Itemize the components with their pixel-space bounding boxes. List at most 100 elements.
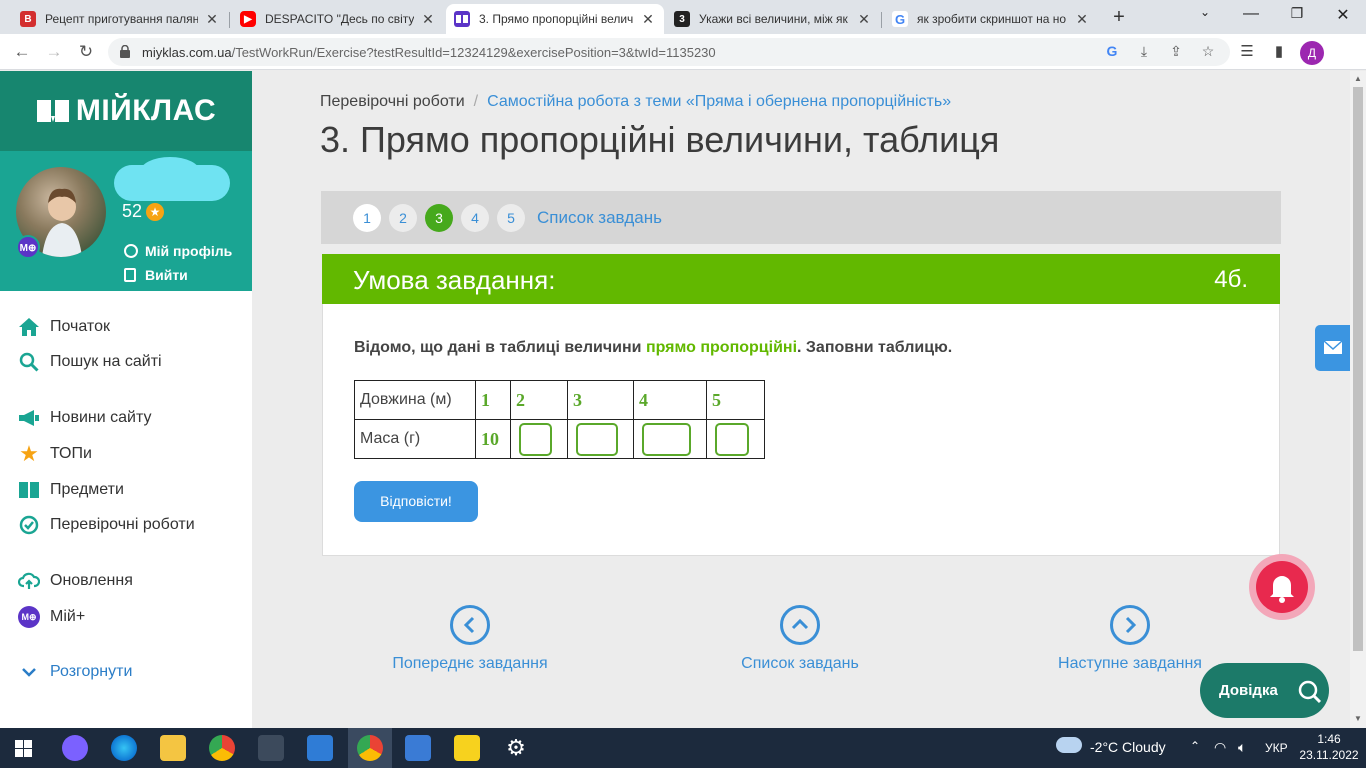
browser-tab[interactable]: G як зробити скриншот на но ✕ bbox=[884, 4, 1098, 34]
table-cell: 3 bbox=[567, 380, 634, 420]
sidebar-item-search[interactable]: Пошук на сайті bbox=[18, 351, 162, 373]
page-button-4[interactable]: 4 bbox=[461, 204, 489, 232]
minimize-icon[interactable]: — bbox=[1228, 5, 1274, 23]
sidebar-item-news[interactable]: Новини сайту bbox=[18, 407, 151, 429]
sidebar-item-tops[interactable]: ★ ТОПи bbox=[18, 441, 92, 466]
sidebar-item-myplus[interactable]: M⊕ Мій+ bbox=[18, 606, 85, 628]
chrome-profile-icon[interactable] bbox=[357, 735, 383, 761]
system-clock[interactable]: 1:46 23.11.2022 bbox=[1296, 731, 1362, 763]
breadcrumb-link[interactable]: Самостійна робота з теми «Пряма і оберне… bbox=[487, 93, 951, 110]
sidebar-item-tests[interactable]: Перевірочні роботи bbox=[18, 514, 195, 536]
scroll-down-icon[interactable]: ▼ bbox=[1353, 714, 1363, 723]
row-label: Маса (г) bbox=[354, 419, 476, 459]
settings-gear-icon[interactable]: ⚙ bbox=[503, 735, 529, 761]
close-tab-icon[interactable]: ✕ bbox=[1074, 11, 1090, 28]
table-row: Маса (г) 10 bbox=[354, 419, 765, 459]
edge-icon[interactable] bbox=[111, 735, 137, 761]
sidebar-item-label: Початок bbox=[50, 318, 110, 335]
tab-search-icon[interactable]: ⌄ bbox=[1182, 5, 1228, 19]
browser-tab[interactable]: B Рецепт приготування палян ✕ bbox=[12, 4, 228, 34]
page-scrollbar[interactable]: ▲ ▼ bbox=[1350, 71, 1366, 728]
page-button-1[interactable]: 1 bbox=[353, 204, 381, 232]
install-app-icon[interactable]: ⤓ bbox=[1134, 43, 1154, 60]
logout-icon bbox=[124, 268, 136, 282]
brand-name: МІЙКЛАС bbox=[75, 94, 217, 127]
book-icon bbox=[18, 479, 40, 501]
breadcrumb-root[interactable]: Перевірочні роботи bbox=[320, 93, 465, 110]
table-cell bbox=[510, 419, 568, 459]
share-icon[interactable]: ⇪ bbox=[1166, 43, 1186, 60]
logo-book-icon bbox=[36, 100, 69, 122]
page-button-3-current[interactable]: 3 bbox=[425, 204, 453, 232]
side-panel-icon[interactable]: ▮ bbox=[1268, 42, 1290, 60]
help-label: Довідка bbox=[1219, 682, 1278, 699]
calculator-icon[interactable] bbox=[405, 735, 431, 761]
new-tab-icon[interactable]: + bbox=[1108, 6, 1130, 29]
reading-list-icon[interactable]: ☰ bbox=[1236, 42, 1258, 60]
back-icon[interactable]: ← bbox=[10, 41, 34, 63]
table-cell: 2 bbox=[510, 380, 568, 420]
page-button-2[interactable]: 2 bbox=[389, 204, 417, 232]
chevron-right-icon bbox=[1110, 605, 1150, 645]
reload-icon[interactable]: ↻ bbox=[74, 41, 98, 63]
task-pager: 1 2 3 4 5 Список завдань bbox=[321, 191, 1281, 244]
network-icon[interactable]: ◠ bbox=[1214, 739, 1226, 756]
browser-tab[interactable]: ▶ DESPACITO "Десь по світу" у ✕ bbox=[232, 4, 444, 34]
chrome-icon[interactable] bbox=[209, 735, 235, 761]
language-indicator[interactable]: УКР bbox=[1265, 741, 1288, 755]
sidebar-item-subjects[interactable]: Предмети bbox=[18, 479, 124, 501]
close-tab-icon[interactable]: ✕ bbox=[856, 11, 872, 28]
sidebar-expand[interactable]: Розгорнути bbox=[18, 661, 132, 683]
site-logo[interactable]: МІЙКЛАС bbox=[0, 71, 252, 151]
sidebar-item-home[interactable]: Початок bbox=[18, 316, 110, 338]
answer-input[interactable] bbox=[519, 422, 552, 456]
prompt-text: . Заповни таблицю. bbox=[797, 339, 953, 356]
feedback-mail-button[interactable] bbox=[1315, 325, 1350, 371]
volume-icon[interactable]: 🔈︎ bbox=[1238, 739, 1246, 756]
file-explorer-icon[interactable] bbox=[160, 735, 186, 761]
forward-icon[interactable]: → bbox=[42, 41, 66, 63]
address-bar[interactable]: miyklas.com.ua/TestWorkRun/Exercise?test… bbox=[108, 38, 1230, 66]
close-window-icon[interactable]: ✕ bbox=[1320, 5, 1366, 25]
sticky-notes-icon[interactable] bbox=[454, 735, 480, 761]
megaphone-icon bbox=[18, 407, 40, 429]
next-task-nav[interactable]: Наступне завдання bbox=[1020, 605, 1240, 673]
profile-avatar[interactable]: Д bbox=[1300, 41, 1324, 65]
windows-start-icon[interactable] bbox=[15, 740, 32, 757]
sidebar-item-updates[interactable]: Оновлення bbox=[18, 570, 133, 592]
page-title: 3. Прямо пропорційні величини, таблиця bbox=[320, 119, 1000, 160]
bookmark-star-icon[interactable]: ☆ bbox=[1198, 43, 1218, 60]
proportion-table: Довжина (м) 1 2 3 4 5 Маса (г) 10 bbox=[354, 380, 765, 459]
tab-title: Рецепт приготування палян bbox=[45, 12, 198, 26]
logout-link[interactable]: Вийти bbox=[124, 267, 188, 283]
browser-tab-active[interactable]: 3. Прямо пропорційні велич ✕ bbox=[446, 4, 664, 34]
tray-expand-icon[interactable]: ⌃ bbox=[1190, 739, 1200, 753]
sidebar-item-label: Перевірочні роботи bbox=[50, 516, 195, 533]
clock-date: 23.11.2022 bbox=[1299, 748, 1359, 762]
page-button-5[interactable]: 5 bbox=[497, 204, 525, 232]
my-profile-link[interactable]: Мій профіль bbox=[124, 243, 232, 259]
restore-icon[interactable]: ❐ bbox=[1274, 5, 1320, 22]
prev-task-nav[interactable]: Попереднє завдання bbox=[360, 605, 580, 673]
store-icon[interactable] bbox=[307, 735, 333, 761]
sidebar: МІЙКЛАС M⊕ 52 ★ Мій профіль Вийти Почато… bbox=[0, 71, 252, 728]
close-tab-icon[interactable]: ✕ bbox=[640, 11, 656, 28]
browser-tab[interactable]: 3 Укажи всі величини, між як ✕ bbox=[666, 4, 880, 34]
scroll-up-icon[interactable]: ▲ bbox=[1353, 74, 1363, 83]
submit-answer-button[interactable]: Відповісти! bbox=[354, 481, 478, 522]
scroll-thumb[interactable] bbox=[1353, 87, 1363, 651]
answer-input[interactable] bbox=[642, 422, 691, 456]
google-lens-icon[interactable]: G bbox=[1102, 43, 1122, 59]
answer-input[interactable] bbox=[715, 422, 749, 456]
notifications-button[interactable] bbox=[1249, 554, 1315, 620]
app-icon[interactable] bbox=[258, 735, 284, 761]
viber-icon[interactable] bbox=[62, 735, 88, 761]
help-button[interactable]: Довідка bbox=[1200, 663, 1329, 718]
task-list-nav[interactable]: Список завдань bbox=[690, 605, 910, 673]
weather-text[interactable]: -2°C Cloudy bbox=[1090, 739, 1166, 755]
answer-input[interactable] bbox=[576, 422, 618, 456]
close-tab-icon[interactable]: ✕ bbox=[420, 11, 436, 28]
close-tab-icon[interactable]: ✕ bbox=[204, 11, 220, 28]
task-list-link[interactable]: Список завдань bbox=[537, 208, 662, 228]
task-body: Відомо, що дані в таблиці величини прямо… bbox=[322, 304, 1280, 556]
